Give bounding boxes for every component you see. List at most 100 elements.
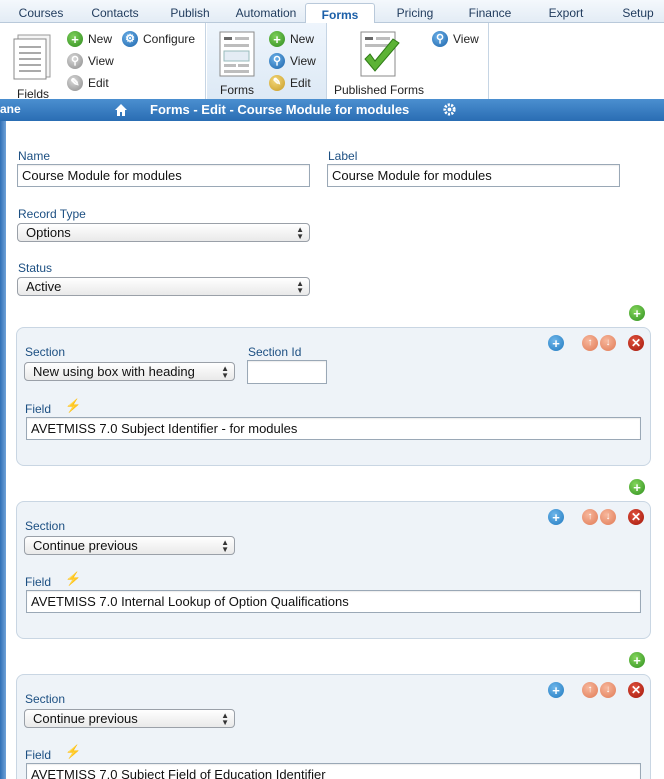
fields-edit-button[interactable]: ✎ Edit bbox=[67, 74, 109, 92]
tab-export[interactable]: Export bbox=[536, 2, 596, 23]
lightning-icon[interactable]: ⚡ bbox=[65, 744, 81, 760]
page-title: Forms - Edit - Course Module for modules bbox=[150, 102, 410, 117]
pane-label: ane bbox=[0, 102, 21, 116]
tab-contacts[interactable]: Contacts bbox=[82, 2, 148, 23]
main-tab-bar: Courses Contacts Publish Automation Form… bbox=[0, 0, 664, 24]
move-up-button[interactable]: ↑ bbox=[582, 682, 598, 698]
forms-new-label: New bbox=[290, 32, 315, 46]
tab-pricing[interactable]: Pricing bbox=[385, 2, 445, 23]
home-icon[interactable] bbox=[114, 103, 128, 117]
section-label: Section bbox=[25, 519, 66, 533]
updown-arrow-icon: ▲ ▼ bbox=[221, 364, 229, 380]
fields-configure-button[interactable]: ⚙ Configure bbox=[122, 30, 195, 48]
name-field[interactable]: Course Module for modules bbox=[17, 164, 310, 187]
name-label: Name bbox=[18, 149, 51, 163]
ribbon-group-published: Published Forms ⚲ View bbox=[328, 23, 489, 99]
field-label: Field bbox=[25, 575, 52, 589]
magnifier-icon: ⚲ bbox=[269, 53, 285, 69]
checkmark-document-icon bbox=[360, 31, 400, 77]
updown-arrow-icon: ▲ ▼ bbox=[221, 538, 229, 554]
forms-big-label: Forms bbox=[220, 83, 254, 97]
gear-icon: ⚙ bbox=[122, 31, 138, 47]
add-field-button[interactable]: + bbox=[548, 509, 564, 525]
ribbon-toolbar: Fields + New ⚲ View ✎ Edit ⚙ Configure F… bbox=[0, 23, 664, 101]
field-label: Field bbox=[25, 748, 52, 762]
add-field-button[interactable]: + bbox=[548, 682, 564, 698]
tab-courses[interactable]: Courses bbox=[8, 2, 74, 23]
field-select[interactable]: AVETMISS 7.0 Subject Identifier - for mo… bbox=[26, 417, 641, 440]
add-field-button[interactable]: + bbox=[548, 335, 564, 351]
record-type-select[interactable]: Options ▲ ▼ bbox=[17, 223, 310, 242]
ribbon-group-fields: Fields + New ⚲ View ✎ Edit ⚙ Configure bbox=[0, 23, 206, 101]
status-value: Active bbox=[26, 279, 62, 294]
page-title-bar: ane Forms - Edit - Course Module for mod… bbox=[0, 99, 664, 121]
section-id-label: Section Id bbox=[248, 345, 302, 359]
forms-edit-button[interactable]: ✎ Edit bbox=[269, 74, 311, 92]
add-section-button[interactable]: + bbox=[629, 479, 645, 495]
forms-edit-label: Edit bbox=[290, 76, 311, 90]
updown-arrow-icon: ▲ ▼ bbox=[296, 225, 304, 241]
published-forms-big-button[interactable]: Published Forms bbox=[330, 29, 428, 97]
field-select[interactable]: AVETMISS 7.0 Subject Field of Education … bbox=[26, 763, 641, 779]
forms-view-button[interactable]: ⚲ View bbox=[269, 52, 316, 70]
published-forms-big-label: Published Forms bbox=[333, 83, 425, 97]
form-document-icon bbox=[219, 31, 255, 77]
move-down-button[interactable]: ↓ bbox=[600, 509, 616, 525]
section-type-select[interactable]: New using box with heading ▲ ▼ bbox=[24, 362, 235, 381]
move-up-button[interactable]: ↑ bbox=[582, 509, 598, 525]
label-field[interactable]: Course Module for modules bbox=[327, 164, 620, 187]
move-up-button[interactable]: ↑ bbox=[582, 335, 598, 351]
section-card-2: + ↑ ↓ ✕ Section Continue previous ▲ ▼ Fie… bbox=[16, 501, 651, 639]
pencil-icon: ✎ bbox=[67, 75, 83, 91]
field-select[interactable]: AVETMISS 7.0 Internal Lookup of Option Q… bbox=[26, 590, 641, 613]
tab-forms[interactable]: Forms bbox=[305, 3, 375, 24]
tab-setup[interactable]: Setup bbox=[612, 2, 664, 23]
status-label: Status bbox=[18, 261, 53, 275]
section-type-value: Continue previous bbox=[33, 538, 138, 553]
lightning-icon[interactable]: ⚡ bbox=[65, 571, 81, 587]
fields-edit-label: Edit bbox=[88, 76, 109, 90]
add-section-button[interactable]: + bbox=[629, 305, 645, 321]
fields-view-button[interactable]: ⚲ View bbox=[67, 52, 114, 70]
ribbon-group-forms: Forms + New ⚲ View ✎ Edit bbox=[207, 23, 327, 99]
section-type-select[interactable]: Continue previous ▲ ▼ bbox=[24, 709, 235, 728]
section-label: Section bbox=[25, 345, 66, 359]
move-down-button[interactable]: ↓ bbox=[600, 335, 616, 351]
plus-icon: + bbox=[269, 31, 285, 47]
section-card-3: + ↑ ↓ ✕ Section Continue previous ▲ ▼ Fie… bbox=[16, 674, 651, 779]
forms-new-button[interactable]: + New bbox=[269, 30, 314, 48]
move-down-button[interactable]: ↓ bbox=[600, 682, 616, 698]
lightning-icon[interactable]: ⚡ bbox=[65, 398, 81, 414]
status-select[interactable]: Active ▲ ▼ bbox=[17, 277, 310, 296]
gear-icon[interactable] bbox=[442, 102, 457, 117]
section-type-select[interactable]: Continue previous ▲ ▼ bbox=[24, 536, 235, 555]
fields-big-button[interactable]: Fields bbox=[6, 31, 60, 101]
add-section-button[interactable]: + bbox=[629, 652, 645, 668]
label-label: Label bbox=[328, 149, 358, 163]
published-view-label: View bbox=[453, 32, 479, 46]
record-type-value: Options bbox=[26, 225, 71, 240]
section-type-value: New using box with heading bbox=[33, 364, 195, 379]
magnifier-icon: ⚲ bbox=[432, 31, 448, 47]
fields-configure-label: Configure bbox=[143, 32, 196, 46]
magnifier-icon: ⚲ bbox=[67, 53, 83, 69]
forms-big-button[interactable]: Forms bbox=[213, 29, 261, 97]
delete-section-button[interactable]: ✕ bbox=[628, 682, 644, 698]
field-label: Field bbox=[25, 402, 52, 416]
tab-finance[interactable]: Finance bbox=[460, 2, 520, 23]
tab-publish[interactable]: Publish bbox=[160, 2, 220, 23]
plus-icon: + bbox=[67, 31, 83, 47]
fields-new-button[interactable]: + New bbox=[67, 30, 112, 48]
record-type-label: Record Type bbox=[18, 207, 86, 221]
section-card-1: + ↑ ↓ ✕ Section New using box with headi… bbox=[16, 327, 651, 466]
delete-section-button[interactable]: ✕ bbox=[628, 509, 644, 525]
published-view-button[interactable]: ⚲ View bbox=[432, 30, 479, 48]
delete-section-button[interactable]: ✕ bbox=[628, 335, 644, 351]
fields-list-icon bbox=[13, 34, 51, 80]
form-editor: Name Course Module for modules Label Cou… bbox=[6, 121, 664, 779]
fields-new-label: New bbox=[88, 32, 113, 46]
tab-automation[interactable]: Automation bbox=[228, 2, 304, 23]
updown-arrow-icon: ▲ ▼ bbox=[296, 279, 304, 295]
pencil-icon: ✎ bbox=[269, 75, 285, 91]
section-id-field[interactable] bbox=[247, 360, 327, 384]
